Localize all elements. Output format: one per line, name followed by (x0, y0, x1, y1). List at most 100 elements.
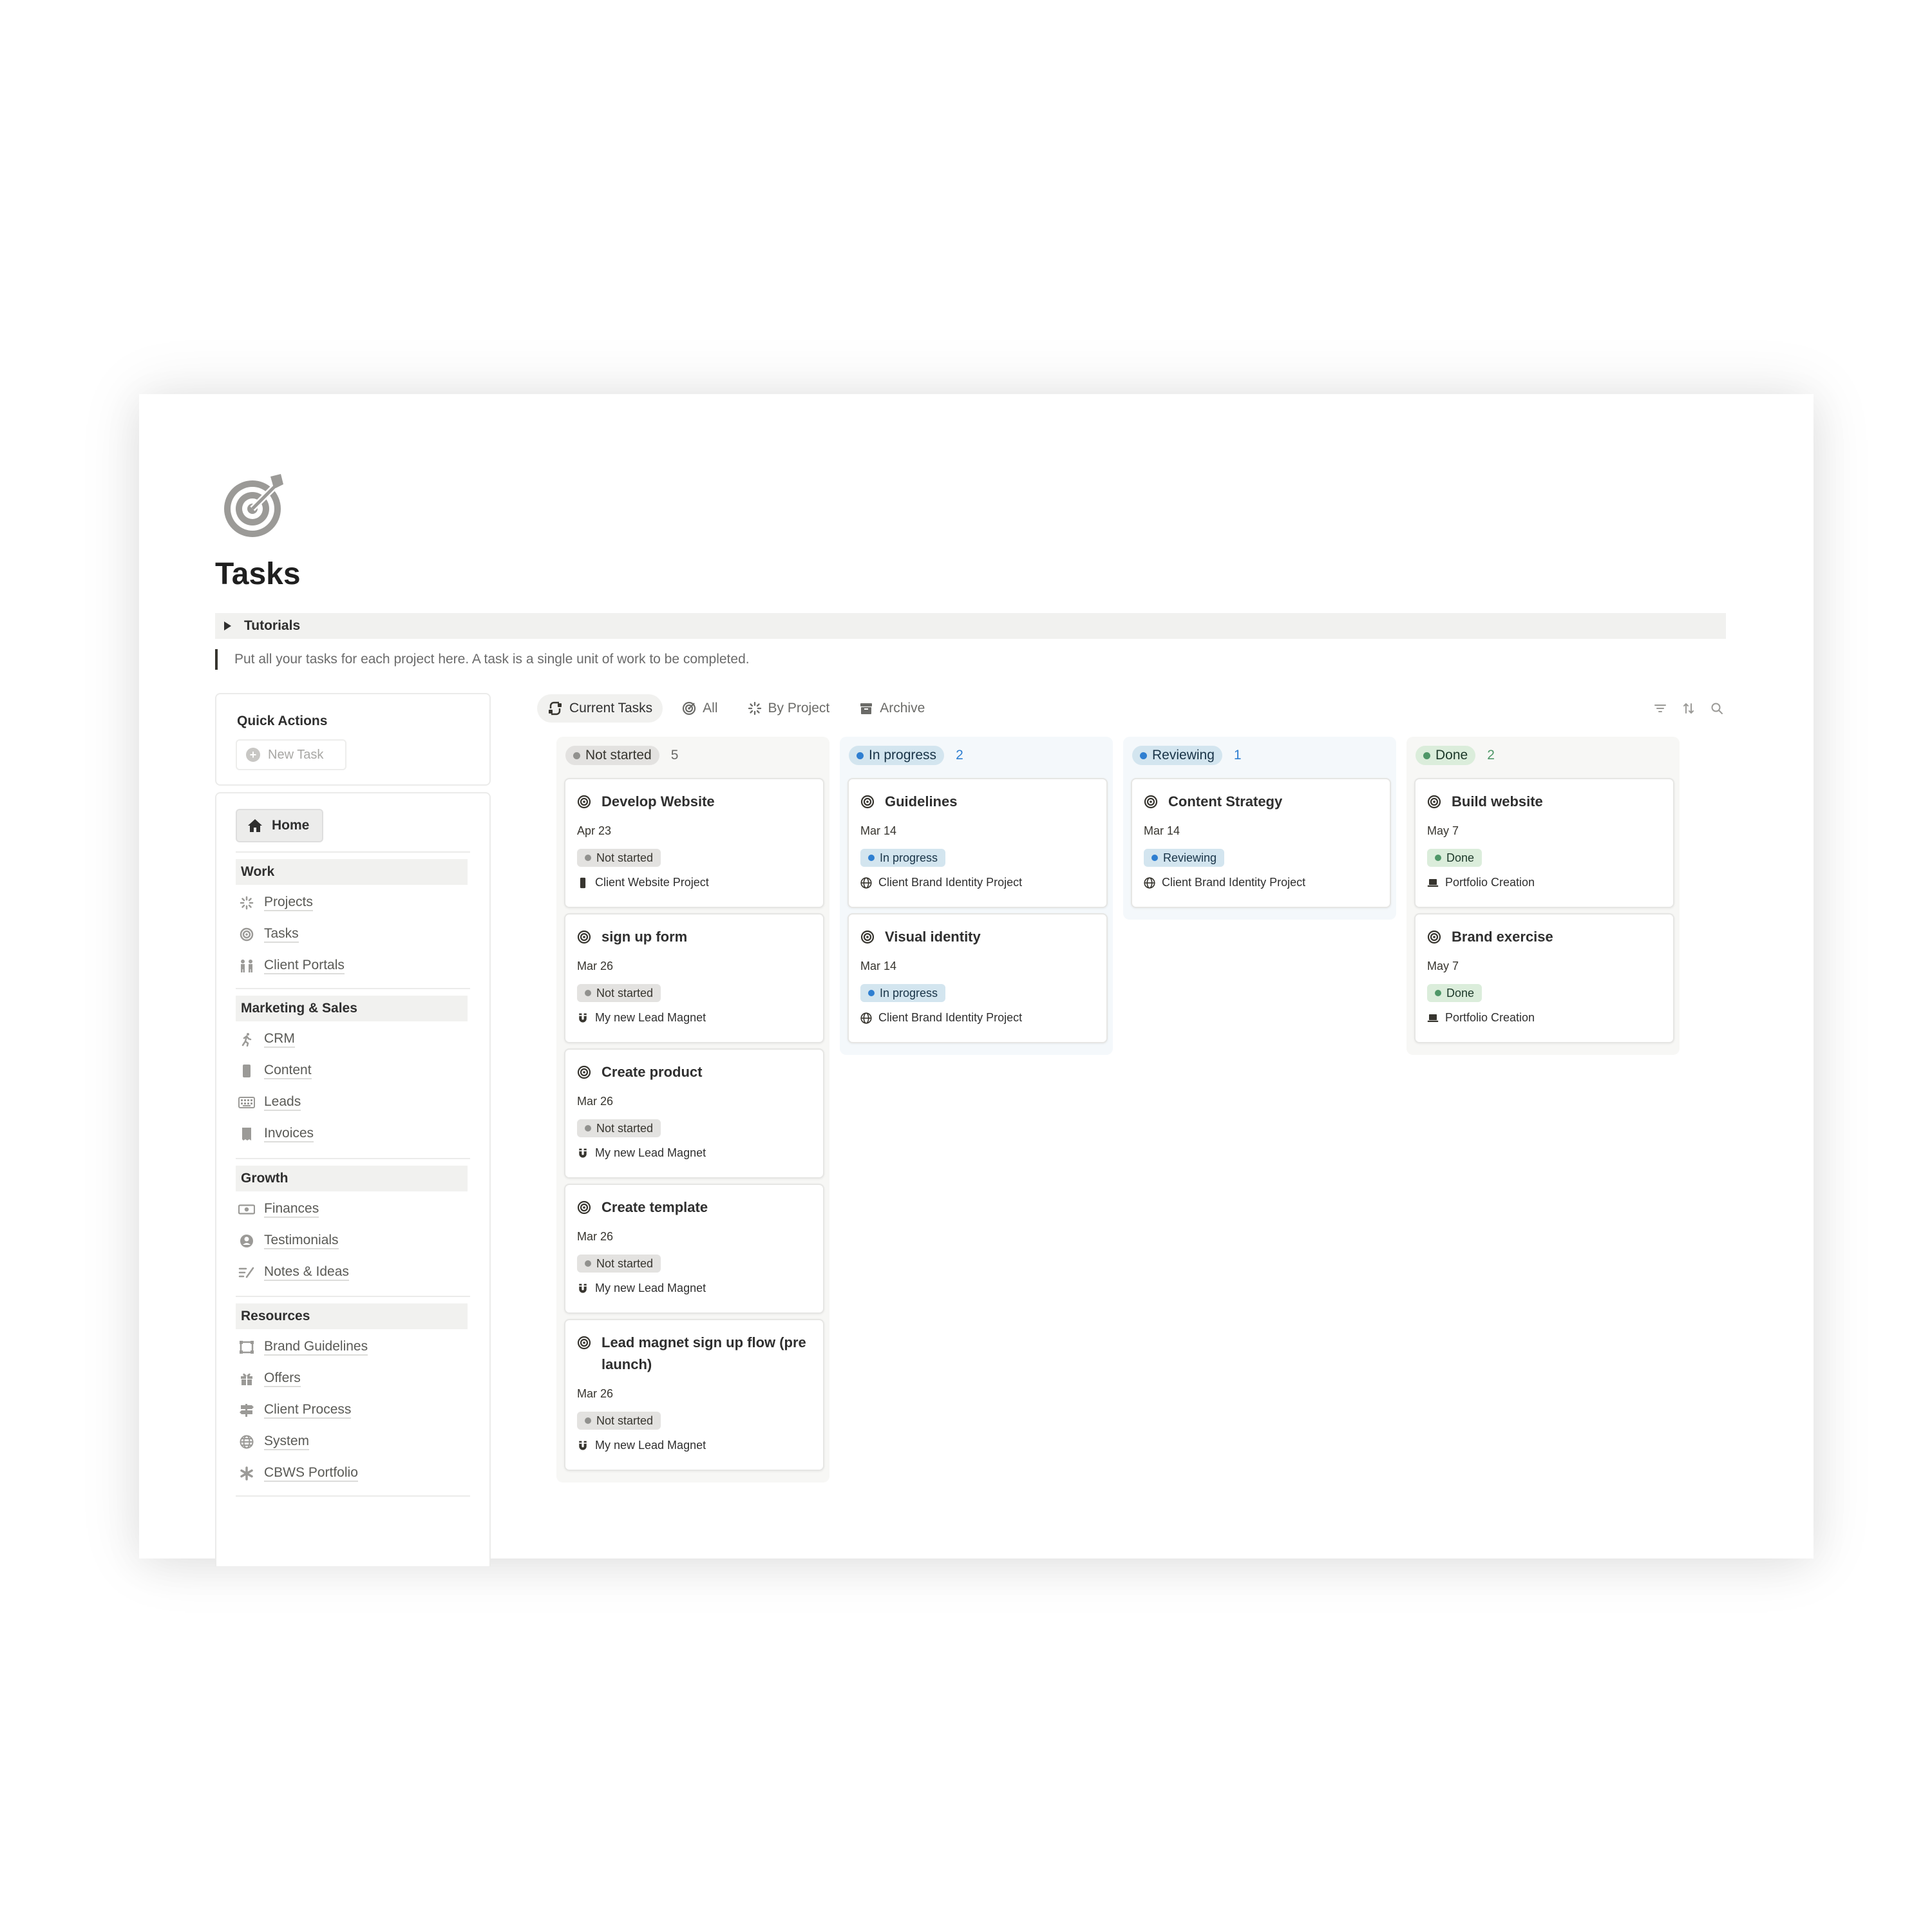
search-icon[interactable] (1710, 702, 1723, 715)
task-project-link[interactable]: Client Brand Identity Project (860, 1011, 1022, 1025)
task-title: Content Strategy (1168, 793, 1283, 810)
filter-icon[interactable] (1654, 702, 1667, 715)
sidebar-item-projects[interactable]: Projects (238, 890, 313, 916)
target-icon (238, 926, 255, 943)
task-date: Apr 23 (577, 824, 612, 837)
task-project-link[interactable]: Portfolio Creation (1427, 876, 1535, 889)
sidebar-item-client-process[interactable]: Client Process (238, 1397, 352, 1423)
target-icon (1144, 795, 1158, 809)
tab-current-tasks[interactable]: Current Tasks (537, 694, 663, 723)
task-title: sign up form (601, 929, 688, 945)
sidebar-item-client-portals[interactable]: Client Portals (238, 953, 345, 979)
task-card[interactable]: Create template Mar 26 Not started My new L… (564, 1184, 824, 1314)
task-project-link[interactable]: My new Lead Magnet (577, 1282, 706, 1295)
target-icon (1427, 930, 1441, 944)
tab-all[interactable]: All (672, 694, 728, 723)
task-project-name: My new Lead Magnet (595, 1011, 706, 1024)
sidebar-item-brand-guidelines[interactable]: Brand Guidelines (238, 1334, 368, 1360)
task-project-name: My new Lead Magnet (595, 1282, 706, 1294)
column-count: 5 (670, 748, 679, 762)
task-project-link[interactable]: Client Brand Identity Project (860, 876, 1022, 889)
column-header[interactable]: Reviewing 1 (1132, 746, 1242, 765)
sidebar-item-label: Client Process (264, 1402, 352, 1419)
sidebar-item-notes-ideas[interactable]: Notes & Ideas (238, 1260, 349, 1285)
notion-page-window: Tasks Tutorials Put all your tasks for e… (139, 394, 1814, 1566)
gift-icon (238, 1370, 255, 1387)
sort-icon[interactable] (1682, 702, 1695, 715)
status-badge: In progress (849, 746, 945, 765)
sidebar-item-leads[interactable]: Leads (238, 1090, 301, 1115)
tutorials-toggle[interactable]: Tutorials (215, 613, 1726, 639)
globe-icon (860, 876, 872, 889)
sidebar-item-tasks[interactable]: Tasks (238, 922, 299, 947)
new-task-button[interactable]: + New Task (236, 739, 346, 770)
nav-divider (236, 1158, 470, 1159)
sidebar-item-offers[interactable]: Offers (238, 1366, 301, 1392)
task-project-link[interactable]: My new Lead Magnet (577, 1011, 706, 1025)
status-label: Reviewing (1152, 748, 1215, 762)
status-dot (585, 1125, 591, 1132)
task-status-badge: In progress (860, 984, 946, 1002)
task-card[interactable]: Guidelines Mar 14 In progress Client Brand … (848, 778, 1108, 908)
target-icon (577, 1065, 591, 1079)
task-card[interactable]: Brand exercise May 7 Done Portfolio Creatio… (1414, 913, 1674, 1043)
sidebar-item-testimonials[interactable]: Testimonials (238, 1228, 339, 1254)
globe-icon (238, 1434, 255, 1450)
task-project-link[interactable]: My new Lead Magnet (577, 1439, 706, 1452)
project-icon-wrap (577, 1012, 589, 1024)
task-icon-wrap (577, 1200, 591, 1218)
status-label: In progress (869, 748, 937, 762)
project-icon-wrap (1144, 876, 1155, 889)
globe-icon (1144, 876, 1155, 889)
project-icon-wrap (1427, 877, 1439, 889)
task-card[interactable]: Create product Mar 26 Not started My new Le… (564, 1048, 824, 1179)
task-status-label: Not started (596, 986, 654, 999)
column-header[interactable]: Done 2 (1416, 746, 1495, 765)
board-column: Done 2 Build website May 7 Done Portfolio Cre… (1406, 737, 1680, 1055)
navigation-panel: Home Work Projects Tasks Client Portals … (215, 792, 491, 1566)
task-card[interactable]: sign up form Mar 26 Not started My new Lead… (564, 913, 824, 1043)
task-project-link[interactable]: Client Brand Identity Project (1144, 876, 1305, 889)
nav-section-work: Work (236, 859, 468, 885)
sidebar-item-label: Tasks (264, 926, 299, 943)
task-card[interactable]: Content Strategy Mar 14 Reviewing Client Br… (1131, 778, 1391, 908)
task-project-link[interactable]: Client Website Project (577, 876, 709, 889)
tab-by-project[interactable]: By Project (737, 694, 840, 723)
status-dot (573, 752, 580, 759)
toggle-arrow-icon[interactable] (224, 621, 231, 630)
status-badge: Done (1416, 746, 1476, 765)
task-card[interactable]: Develop Website Apr 23 Not started Client W… (564, 778, 824, 908)
tab-archive[interactable]: Archive (849, 694, 935, 723)
target-icon (683, 701, 696, 715)
task-title: Visual identity (885, 929, 981, 945)
sidebar-item-label: Offers (264, 1370, 301, 1387)
task-project-link[interactable]: My new Lead Magnet (577, 1146, 706, 1160)
sidebar-item-finances[interactable]: Finances (238, 1197, 319, 1222)
sidebar-item-content[interactable]: Content (238, 1058, 312, 1084)
magnet-icon (579, 1283, 587, 1293)
task-card[interactable]: Build website May 7 Done Portfolio Creation (1414, 778, 1674, 908)
sidebar-item-crm[interactable]: CRM (238, 1027, 295, 1052)
task-project-link[interactable]: Portfolio Creation (1427, 1011, 1535, 1025)
sidebar-item-system[interactable]: System (238, 1429, 310, 1455)
sidebar-item-cbws-portfolio[interactable]: CBWS Portfolio (238, 1461, 358, 1486)
task-status-badge: Done (1427, 849, 1482, 867)
task-card[interactable]: Lead magnet sign up flow (pre launch) Mar… (564, 1319, 824, 1471)
task-card[interactable]: Visual identity Mar 14 In progress Client B… (848, 913, 1108, 1043)
task-project-name: Client Brand Identity Project (1162, 876, 1306, 889)
write-icon (238, 1264, 255, 1281)
plus-icon: + (246, 748, 260, 762)
task-status-label: Not started (596, 1121, 654, 1135)
people-icon (238, 958, 255, 974)
task-icon-wrap (1144, 795, 1158, 812)
task-icon-wrap (860, 930, 875, 947)
home-icon (248, 819, 262, 832)
task-status-label: Not started (596, 1256, 654, 1270)
board-column: Reviewing 1 Content Strategy Mar 14 Reviewin… (1123, 737, 1396, 920)
nav-divider (236, 1495, 470, 1497)
sidebar-item-invoices[interactable]: Invoices (238, 1121, 314, 1147)
column-header[interactable]: In progress 2 (849, 746, 963, 765)
column-header[interactable]: Not started 5 (565, 746, 678, 765)
home-button[interactable]: Home (236, 809, 323, 842)
task-icon-wrap (1427, 930, 1441, 947)
